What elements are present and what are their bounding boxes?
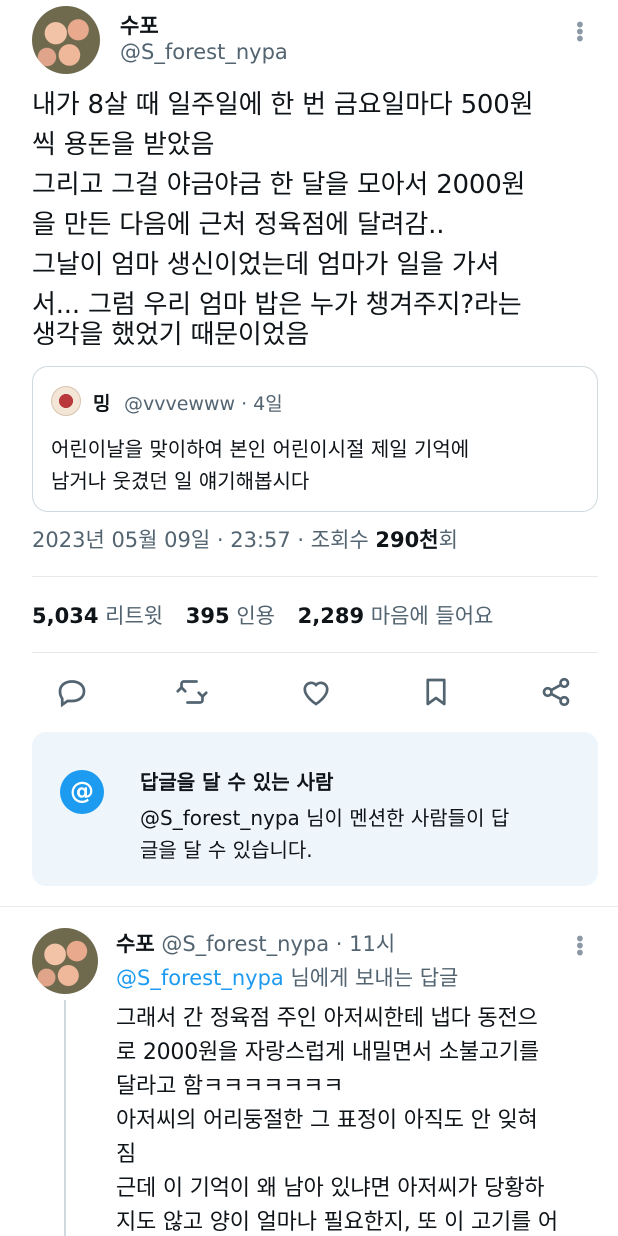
quote-label[interactable]: 인용 <box>236 604 275 628</box>
replying-to-text: 님에게 보내는 답글 <box>283 966 459 990</box>
restriction-text: 님이 멘션한 사람들이 답 <box>299 806 510 830</box>
retweet-icon[interactable] <box>174 674 210 710</box>
reply-author-name[interactable]: 수포 <box>116 932 155 956</box>
tweet-timestamp-views[interactable]: 2023년 05월 09일 · 23:57 · 조회수 290천회 <box>32 524 458 554</box>
quote-text-line: 어린이날을 맞이하여 본인 어린이시절 제일 기억에 <box>51 437 470 461</box>
tweet-text-line: 그리고 그걸 야금야금 한 달을 모아서 2000원 <box>32 170 526 200</box>
like-icon[interactable] <box>298 674 334 710</box>
replying-to-mention[interactable]: @S_forest_nypa <box>116 966 284 990</box>
divider <box>32 576 598 577</box>
quote-count[interactable]: 395 <box>186 604 230 628</box>
more-options-icon[interactable]: • • • <box>574 929 586 963</box>
like-count[interactable]: 2,289 <box>298 604 364 628</box>
reply-text-line: 아저씨의 어리둥절한 그 표정이 아직도 안 잊혀 <box>116 1108 538 1133</box>
reply-text-line: 짐 <box>116 1142 137 1167</box>
tweet-text-line: 을 만든 다음에 근처 정육점에 달려감.. <box>32 210 445 240</box>
author-handle[interactable]: @S_forest_nypa <box>120 40 288 64</box>
tweet-datetime: 2023년 05월 09일 · 23:57 · 조회수 <box>32 528 376 552</box>
tweet-text-line: 서... 그럼 우리 엄마 밥은 누가 챙겨주지?라는 <box>32 290 522 320</box>
retweet-label[interactable]: 리트윗 <box>105 604 163 628</box>
share-icon[interactable] <box>538 674 574 710</box>
engagement-stats: 5,034 리트윗 395 인용 2,289 마음에 들어요 <box>32 600 509 630</box>
like-label[interactable]: 마음에 들어요 <box>371 604 494 628</box>
reply-restriction-line: 글을 달 수 있습니다. <box>140 838 313 862</box>
reply-restriction-notice: @ 답글을 달 수 있는 사람 @S_forest_nypa 님이 멘션한 사람… <box>32 732 598 886</box>
tweet-text-line: 생각을 했었기 때문이었음 <box>32 320 310 350</box>
tweet-text-line: 내가 8살 때 일주일에 한 번 금요일마다 500원 <box>32 90 534 120</box>
thread-line <box>64 1000 66 1236</box>
retweet-count[interactable]: 5,034 <box>32 604 98 628</box>
tweet-text-line: 씩 용돈을 받았음 <box>32 130 215 160</box>
reply-restriction-title: 답글을 달 수 있는 사람 <box>140 770 334 794</box>
more-options-icon[interactable]: • • • <box>574 15 586 49</box>
reply-icon[interactable] <box>54 674 90 710</box>
divider <box>0 906 618 907</box>
quote-author-name: 밍 <box>93 393 111 415</box>
reply-restriction-line: @S_forest_nypa 님이 멘션한 사람들이 답 <box>140 802 509 831</box>
quote-author-avatar <box>51 386 81 416</box>
bookmark-icon[interactable] <box>418 674 454 710</box>
reply-text-line: 근데 이 기억이 왜 남아 있냐면 아저씨가 당황하 <box>116 1176 545 1201</box>
quote-author-handle: @vvvewww · 4일 <box>124 393 283 415</box>
replying-to: @S_forest_nypa 님에게 보내는 답글 <box>116 962 458 992</box>
reply-text-line: 달라고 함ㅋㅋㅋㅋㅋㅋㅋ <box>116 1074 344 1099</box>
reply-text-line: 로 2000원을 자랑스럽게 내밀면서 소불고기를 <box>116 1040 540 1065</box>
reply-text-line: 그래서 간 정육점 주인 아저씨한테 냅다 동전으 <box>116 1006 538 1031</box>
reply-text-line: 지도 않고 양이 얼마나 필요한지, 또 이 고기를 어 <box>116 1210 558 1235</box>
reply-author-avatar[interactable] <box>32 928 98 994</box>
divider <box>32 652 598 653</box>
restriction-mention-link[interactable]: @S_forest_nypa <box>140 806 300 830</box>
reply-author-handle-time[interactable]: @S_forest_nypa · 11시 <box>155 932 395 956</box>
quote-text-line: 남거나 웃겼던 일 얘기해봅시다 <box>51 469 310 493</box>
quoted-tweet-card[interactable]: 밍 @vvvewww · 4일 어린이날을 맞이하여 본인 어린이시절 제일 기… <box>32 366 598 512</box>
view-count-suffix: 회 <box>438 528 458 552</box>
author-name[interactable]: 수포 <box>120 10 159 40</box>
view-count: 290천 <box>375 528 439 552</box>
mention-at-icon: @ <box>60 770 104 814</box>
tweet-text-line: 그날이 엄마 생신이었는데 엄마가 일을 가셔 <box>32 250 500 280</box>
author-avatar[interactable] <box>32 6 100 74</box>
reply-header: 수포 @S_forest_nypa · 11시 <box>116 928 395 958</box>
